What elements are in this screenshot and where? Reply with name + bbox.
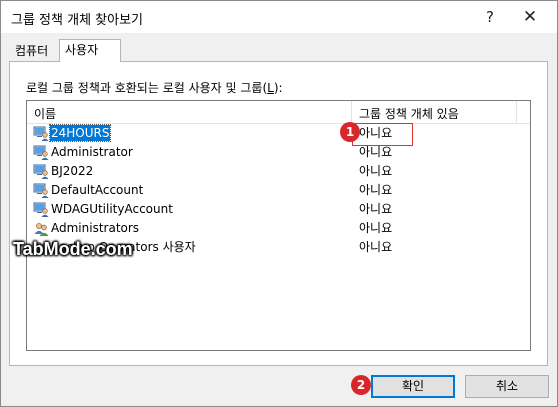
row-gpo-status: 아니요: [359, 126, 393, 140]
help-button[interactable]: ?: [471, 1, 509, 33]
list-label-hotkey: L: [267, 81, 274, 95]
user-tab-panel: 로컬 그룹 정책과 호환되는 로컬 사용자 및 그룹(L): 이름 그룹 정책 …: [9, 61, 548, 366]
column-divider[interactable]: [516, 101, 517, 123]
annotation-badge-2: 2: [351, 375, 371, 395]
row-gpo-status: 아니요: [359, 183, 393, 197]
watermark: TabMode.com: [13, 239, 133, 259]
close-button[interactable]: ✕: [511, 1, 549, 33]
ok-button[interactable]: 확인: [371, 375, 455, 398]
title-bar: 그룹 정책 개체 찾아보기 ? ✕: [1, 1, 557, 33]
user-icon: [33, 145, 49, 160]
tab-user[interactable]: 사용자: [59, 39, 121, 62]
list-label: 로컬 그룹 정책과 호환되는 로컬 사용자 및 그룹(L):: [26, 79, 283, 96]
row-gpo-status: 아니요: [359, 221, 393, 235]
user-icon: [33, 183, 49, 198]
list-label-text: 로컬 그룹 정책과 호환되는 로컬 사용자 및 그룹(: [26, 81, 268, 95]
users-groups-list[interactable]: 이름 그룹 정책 개체 있음 24HOURS 아니요 Administrator 아니…: [26, 100, 531, 351]
list-row[interactable]: Administrators 아니요: [27, 219, 530, 238]
row-name: 24HOURS: [48, 124, 112, 142]
list-header: 이름 그룹 정책 개체 있음: [27, 101, 530, 124]
list-row[interactable]: DefaultAccount 아니요: [27, 181, 530, 200]
list-row[interactable]: 24HOURS 아니요: [27, 124, 530, 143]
window-title: 그룹 정책 개체 찾아보기: [11, 13, 143, 28]
user-icon: [33, 126, 49, 141]
column-header-gpo[interactable]: 그룹 정책 개체 있음: [359, 105, 459, 122]
row-gpo-status: 아니요: [359, 145, 393, 159]
annotation-badge-1: 1: [340, 122, 360, 142]
list-row[interactable]: WDAGUtilityAccount 아니요: [27, 200, 530, 219]
list-row[interactable]: Administrator 아니요: [27, 143, 530, 162]
row-gpo-status: 아니요: [359, 202, 393, 216]
browse-gpo-dialog: 그룹 정책 개체 찾아보기 ? ✕ 컴퓨터 사용자 로컬 그룹 정책과 호환되는…: [0, 0, 558, 407]
column-divider[interactable]: [351, 101, 352, 123]
row-name: Administrators: [51, 221, 140, 235]
row-name: WDAGUtilityAccount: [51, 202, 173, 216]
row-name: BJ2022: [51, 164, 94, 178]
column-header-name[interactable]: 이름: [34, 105, 56, 122]
row-gpo-status: 아니요: [359, 164, 393, 178]
cancel-button[interactable]: 취소: [465, 375, 549, 398]
user-icon: [33, 202, 49, 217]
list-row[interactable]: BJ2022 아니요: [27, 162, 530, 181]
user-icon: [33, 164, 49, 179]
group-icon: [33, 221, 49, 236]
row-gpo-status: 아니요: [359, 240, 393, 254]
row-name: Administrator: [51, 145, 133, 159]
list-label-suffix: ):: [273, 81, 283, 95]
row-name: DefaultAccount: [51, 183, 144, 197]
